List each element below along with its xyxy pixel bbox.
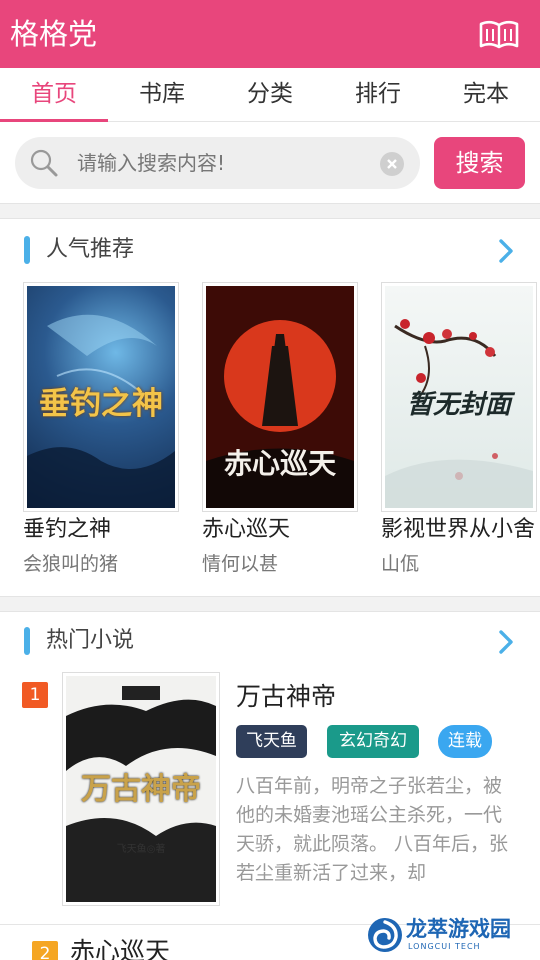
book-open-icon[interactable] [478, 16, 520, 52]
rank-badge: 1 [22, 682, 48, 708]
recommend-title: 人气推荐 [46, 237, 135, 262]
book-title: 赤心巡天 [70, 937, 171, 960]
hot-list-item[interactable]: 1 万古神帝 飞天鱼◎著 万古神帝 飞天鱼 玄幻奇幻 连载 八百年前，明帝之子张… [0, 672, 540, 912]
book-title: 赤心巡天 [202, 517, 291, 542]
book-card[interactable]: 暂无封面 影视世界从小舍 山佤 [381, 282, 540, 575]
cover-title-text: 垂钓之神 [39, 386, 163, 422]
search-input[interactable] [77, 137, 367, 189]
recommend-section-header: 人气推荐 [0, 220, 540, 280]
cover-title-text: 暂无封面 [406, 390, 511, 420]
tab-library[interactable]: 书库 [108, 68, 216, 122]
status-tag[interactable]: 连载 [438, 725, 492, 758]
watermark-logo: 龙萃游戏园 LONGCUI TECH [362, 912, 532, 958]
book-author: 情何以甚 [202, 553, 279, 575]
book-cover[interactable]: 赤心巡天 [202, 282, 358, 512]
cover-title-text: 赤心巡天 [223, 447, 336, 480]
book-author: 会狼叫的猪 [23, 553, 119, 575]
search-icon [30, 149, 58, 177]
nav-tabs: 首页 书库 分类 排行 完本 [0, 68, 540, 122]
cover-author-text: 飞天鱼◎著 [116, 844, 166, 855]
book-cover[interactable]: 暂无封面 [381, 282, 537, 512]
section-divider [0, 203, 540, 219]
search-box [15, 137, 420, 189]
book-description: 八百年前，明帝之子张若尘，被他的未婚妻池瑶公主杀死，一代天骄，就此陨落。 八百年… [236, 775, 509, 884]
tab-home[interactable]: 首页 [0, 68, 108, 122]
tab-ranking[interactable]: 排行 [324, 68, 432, 122]
hot-title: 热门小说 [46, 628, 135, 653]
watermark-swirl-icon [368, 918, 402, 952]
watermark-sub: LONGCUI TECH [408, 942, 481, 951]
book-author: 山佤 [381, 553, 420, 575]
cover-title-text: 万古神帝 [81, 772, 201, 807]
search-row: 搜索 [0, 123, 540, 203]
clear-icon[interactable] [380, 152, 404, 176]
book-title: 万古神帝 [236, 682, 337, 711]
section-accent-bar [24, 236, 30, 264]
recommend-list: 垂钓之神 垂钓之神 会狼叫的猪 赤心巡天 赤心巡天 情何以甚 暂无封面 影视世界… [0, 282, 540, 582]
top-bar: 格格党 [0, 0, 540, 68]
active-tab-indicator [0, 119, 108, 122]
book-card[interactable]: 垂钓之神 垂钓之神 会狼叫的猪 [23, 282, 183, 575]
hot-section-header: 热门小说 [0, 611, 540, 671]
section-divider [0, 596, 540, 612]
rank-badge: 2 [32, 941, 58, 960]
book-title: 影视世界从小舍 [381, 517, 536, 542]
book-title: 垂钓之神 [23, 517, 112, 542]
book-card[interactable]: 赤心巡天 赤心巡天 情何以甚 [202, 282, 362, 575]
book-cover[interactable]: 万古神帝 飞天鱼◎著 [62, 672, 220, 906]
book-cover[interactable]: 垂钓之神 [23, 282, 179, 512]
chevron-right-icon[interactable] [498, 238, 514, 264]
author-tag[interactable]: 飞天鱼 [236, 725, 307, 758]
tab-finished[interactable]: 完本 [432, 68, 540, 122]
tab-category[interactable]: 分类 [216, 68, 324, 122]
app-title: 格格党 [10, 17, 98, 51]
search-button[interactable]: 搜索 [434, 137, 525, 189]
genre-tag[interactable]: 玄幻奇幻 [327, 725, 419, 758]
watermark-name: 龙萃游戏园 [406, 917, 511, 941]
chevron-right-icon[interactable] [498, 629, 514, 655]
section-accent-bar [24, 627, 30, 655]
